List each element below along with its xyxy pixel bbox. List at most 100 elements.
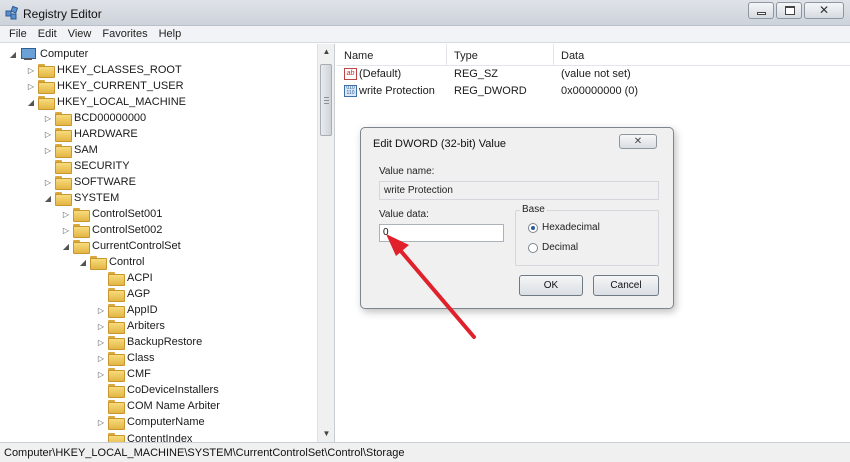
- collapse-icon[interactable]: ◢: [78, 258, 88, 267]
- tree-item-controlset002[interactable]: ▷ ControlSet002: [61, 222, 162, 238]
- tree-item-label: CMF: [127, 368, 151, 380]
- collapse-icon[interactable]: ◢: [8, 50, 18, 59]
- tree-item-sam[interactable]: ▷ SAM: [43, 142, 98, 158]
- value-data: (value not set): [561, 68, 631, 80]
- tree-item-security[interactable]: SECURITY: [43, 158, 130, 174]
- maximize-button[interactable]: [776, 2, 802, 19]
- expand-icon[interactable]: ▷: [96, 370, 106, 379]
- ok-button[interactable]: OK: [519, 275, 583, 296]
- tree-item-label: Arbiters: [127, 320, 165, 332]
- tree-item-label: HARDWARE: [74, 128, 138, 140]
- tree-item-appid[interactable]: ▷ AppID: [96, 302, 158, 318]
- tree-item-label: HKEY_LOCAL_MACHINE: [57, 96, 186, 108]
- folder-icon: [55, 112, 72, 126]
- tree-item-label: BCD00000000: [74, 112, 147, 124]
- tree-item-computername[interactable]: ▷ ComputerName: [96, 414, 205, 430]
- tree-item-hkcr[interactable]: ▷ HKEY_CLASSES_ROOT: [26, 62, 182, 78]
- folder-icon: [55, 144, 72, 158]
- radio-selected-icon[interactable]: [528, 222, 538, 233]
- collapse-icon[interactable]: ◢: [43, 194, 53, 203]
- column-divider[interactable]: [553, 44, 554, 66]
- value-data-input[interactable]: 0: [379, 224, 504, 242]
- tree-item-controlset001[interactable]: ▷ ControlSet001: [61, 206, 162, 222]
- menu-file[interactable]: File: [4, 26, 33, 42]
- folder-icon: [108, 288, 125, 302]
- value-row-default[interactable]: ab (Default) REG_SZ (value not set): [337, 67, 850, 83]
- tree-item-label: ControlSet002: [92, 224, 163, 236]
- expand-icon[interactable]: ▷: [96, 418, 106, 427]
- expand-icon[interactable]: ▷: [96, 306, 106, 315]
- radio-decimal[interactable]: Decimal: [528, 242, 578, 253]
- cancel-button[interactable]: Cancel: [593, 275, 659, 296]
- tree-item-backuprestore[interactable]: ▷ BackupRestore: [96, 334, 202, 350]
- expand-icon[interactable]: ▷: [61, 210, 71, 219]
- value-name-field: write Protection: [379, 181, 659, 200]
- expand-icon[interactable]: ▷: [96, 322, 106, 331]
- collapse-icon[interactable]: ◢: [26, 98, 36, 107]
- value-type: REG_DWORD: [454, 85, 527, 97]
- tree-item-arbiters[interactable]: ▷ Arbiters: [96, 318, 165, 334]
- expand-icon[interactable]: ▷: [96, 338, 106, 347]
- scroll-up-icon[interactable]: ▲: [318, 44, 334, 60]
- menu-view[interactable]: View: [63, 26, 98, 42]
- column-header-data[interactable]: Data: [561, 50, 584, 62]
- dialog-close-button[interactable]: ✕: [619, 134, 657, 149]
- expand-icon[interactable]: ▷: [61, 226, 71, 235]
- tree-item-computer[interactable]: ◢ Computer: [8, 46, 88, 62]
- tree-item-contentindex[interactable]: ContentIndex: [96, 431, 192, 442]
- scroll-down-icon[interactable]: ▼: [318, 426, 334, 442]
- tree-item-currentcontrolset[interactable]: ◢ CurrentControlSet: [61, 238, 181, 254]
- close-button[interactable]: ✕: [804, 2, 844, 19]
- tree-item-agp[interactable]: AGP: [96, 286, 150, 302]
- folder-icon: [73, 240, 90, 254]
- tree-scrollbar[interactable]: ▲ ▼: [317, 44, 334, 442]
- radio-hexadecimal[interactable]: Hexadecimal: [528, 222, 600, 233]
- radio-label: Hexadecimal: [542, 222, 600, 233]
- tree-item-hardware[interactable]: ▷ HARDWARE: [43, 126, 138, 142]
- expand-icon[interactable]: ▷: [26, 66, 36, 75]
- collapse-icon[interactable]: ◢: [61, 242, 71, 251]
- folder-icon: [55, 192, 72, 206]
- expand-icon[interactable]: ▷: [43, 178, 53, 187]
- value-row-write-protection[interactable]: 010 110 write Protection REG_DWORD 0x0000…: [337, 84, 850, 100]
- folder-icon: [108, 433, 125, 442]
- tree-item-hkcu[interactable]: ▷ HKEY_CURRENT_USER: [26, 78, 184, 94]
- minimize-icon: [757, 12, 766, 15]
- column-header-name[interactable]: Name: [344, 50, 373, 62]
- value-type: REG_SZ: [454, 68, 499, 80]
- folder-icon: [55, 160, 72, 174]
- minimize-button[interactable]: [748, 2, 774, 19]
- tree-item-label: BackupRestore: [127, 336, 203, 348]
- tree-item-hklm[interactable]: ◢ HKEY_LOCAL_MACHINE: [26, 94, 186, 110]
- folder-icon: [108, 368, 125, 382]
- expand-icon[interactable]: ▷: [26, 82, 36, 91]
- dialog-body: Value name: write Protection Value data:…: [369, 158, 665, 300]
- list-header: Name Type Data: [337, 44, 850, 66]
- tree-item-com-name-arbiter[interactable]: COM Name Arbiter: [96, 398, 220, 414]
- expand-icon[interactable]: ▷: [43, 114, 53, 123]
- tree-item-software[interactable]: ▷ SOFTWARE: [43, 174, 136, 190]
- expand-icon[interactable]: ▷: [43, 130, 53, 139]
- menu-edit[interactable]: Edit: [33, 26, 63, 42]
- folder-icon: [108, 320, 125, 334]
- scrollbar-thumb[interactable]: [320, 64, 332, 136]
- radio-unselected-icon[interactable]: [528, 242, 538, 253]
- tree-item-codeviceinstallers[interactable]: CoDeviceInstallers: [96, 382, 219, 398]
- registry-tree[interactable]: ◢ Computer ▷ HKEY_CLASSES_ROOT ▷ HKEY_CU…: [0, 44, 335, 442]
- tree-item-system[interactable]: ◢ SYSTEM: [43, 190, 119, 206]
- tree-item-control[interactable]: ◢ Control: [78, 254, 144, 270]
- column-header-type[interactable]: Type: [454, 50, 478, 62]
- expand-icon[interactable]: ▷: [43, 146, 53, 155]
- tree-item-class[interactable]: ▷ Class: [96, 350, 155, 366]
- tree-item-cmf[interactable]: ▷ CMF: [96, 366, 151, 382]
- tree-item-label: COM Name Arbiter: [127, 400, 220, 412]
- tree-item-bcd[interactable]: ▷ BCD00000000: [43, 110, 146, 126]
- tree-item-label: ControlSet001: [92, 208, 163, 220]
- column-divider[interactable]: [446, 44, 447, 66]
- tree-item-acpi[interactable]: ACPI: [96, 270, 153, 286]
- menu-help[interactable]: Help: [154, 26, 188, 42]
- window-title: Registry Editor: [23, 7, 102, 21]
- menu-favorites[interactable]: Favorites: [97, 26, 153, 42]
- expand-icon[interactable]: ▷: [96, 354, 106, 363]
- folder-icon: [38, 64, 55, 78]
